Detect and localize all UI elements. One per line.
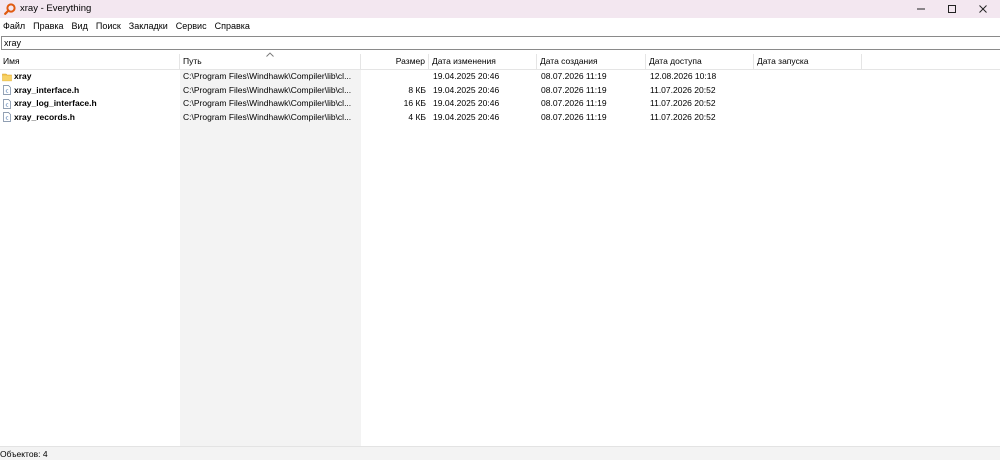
c-header-file-icon: c	[3, 112, 11, 123]
cell-modified: 19.04.2025 20:46	[433, 111, 500, 122]
cell-size	[362, 70, 426, 84]
search-input[interactable]	[1, 36, 1000, 50]
cell-name: xray	[2, 70, 177, 84]
cell-size: 4 КБ	[408, 111, 426, 122]
cell-path: C:\Program Files\Windhawk\Compiler\lib\c…	[183, 71, 352, 81]
cell-modified: 19.04.2025 20:46	[433, 84, 500, 95]
menu-tools[interactable]: Сервис	[172, 18, 211, 34]
column-header-accessed[interactable]: Дата доступа	[646, 54, 754, 69]
column-header-modified[interactable]: Дата изменения	[429, 54, 537, 69]
cell-run	[758, 111, 862, 125]
cell-name: c xray_records.h	[2, 111, 177, 125]
menu-edit[interactable]: Правка	[29, 18, 67, 34]
cell-size: 8 КБ	[408, 84, 426, 95]
minimize-button[interactable]	[906, 0, 936, 18]
cell-name: c xray_log_interface.h	[2, 97, 177, 111]
cell-name: c xray_interface.h	[2, 84, 177, 98]
cell-run	[758, 97, 862, 111]
sort-ascending-icon	[266, 52, 274, 57]
menu-file[interactable]: Файл	[0, 18, 29, 34]
cell-created: 08.07.2026 11:19	[541, 84, 607, 95]
cell-modified: 19.04.2025 20:46	[433, 71, 500, 81]
menu-help[interactable]: Справка	[211, 18, 254, 34]
cell-created: 08.07.2026 11:19	[541, 71, 607, 81]
cell-path: C:\Program Files\Windhawk\Compiler\lib\c…	[183, 111, 352, 122]
cell-path: C:\Program Files\Windhawk\Compiler\lib\c…	[183, 98, 352, 108]
file-name: xray_log_interface.h	[14, 98, 97, 108]
window-title: xray - Everything	[20, 3, 92, 14]
cell-run	[758, 70, 862, 84]
svg-text:c: c	[5, 116, 8, 122]
table-row[interactable]: c xray_interface.h C:\Program Files\Wind…	[0, 84, 1000, 98]
svg-text:c: c	[5, 89, 8, 95]
table-row[interactable]: c xray_log_interface.h C:\Program Files\…	[0, 97, 1000, 111]
cell-accessed: 12.08.2026 10:18	[650, 71, 717, 81]
cell-size: 16 КБ	[403, 98, 426, 108]
svg-text:c: c	[5, 102, 8, 108]
cell-accessed: 11.07.2026 20:52	[650, 98, 716, 108]
cell-created: 08.07.2026 11:19	[541, 111, 607, 122]
results-list: xray C:\Program Files\Windhawk\Compiler\…	[0, 70, 1000, 124]
menu-view[interactable]: Вид	[68, 18, 92, 34]
maximize-button[interactable]	[937, 0, 967, 18]
status-bar: Объектов: 4	[0, 446, 1000, 460]
cell-created: 08.07.2026 11:19	[541, 98, 607, 108]
menu-search[interactable]: Поиск	[92, 18, 125, 34]
cell-accessed: 11.07.2026 20:52	[650, 111, 716, 122]
sorted-column-highlight	[180, 70, 361, 446]
object-count: Объектов: 4	[0, 449, 48, 459]
column-header-name[interactable]: Имя	[0, 54, 180, 69]
close-button[interactable]	[968, 0, 998, 18]
minimize-icon	[917, 8, 925, 10]
folder-icon	[2, 73, 12, 81]
cell-modified: 19.04.2025 20:46	[433, 98, 500, 108]
cell-accessed: 11.07.2026 20:52	[650, 84, 716, 95]
file-name: xray_interface.h	[14, 84, 80, 95]
close-icon	[979, 5, 987, 13]
search-bar	[0, 35, 1000, 51]
column-header-run[interactable]: Дата запуска	[754, 54, 862, 69]
menu-bookmarks[interactable]: Закладки	[125, 18, 172, 34]
table-row[interactable]: c xray_records.h C:\Program Files\Windha…	[0, 111, 1000, 125]
c-header-file-icon: c	[3, 85, 11, 96]
cell-run	[758, 84, 862, 98]
table-row[interactable]: xray C:\Program Files\Windhawk\Compiler\…	[0, 70, 1000, 84]
column-header-row: Имя Путь Размер Дата изменения Дата созд…	[0, 54, 1000, 70]
column-header-size[interactable]: Размер	[361, 54, 429, 69]
menu-bar: Файл Правка Вид Поиск Закладки Сервис Сп…	[0, 18, 1000, 34]
cell-path: C:\Program Files\Windhawk\Compiler\lib\c…	[183, 84, 352, 95]
column-header-created[interactable]: Дата создания	[537, 54, 646, 69]
file-name: xray	[14, 71, 32, 81]
maximize-icon	[948, 5, 956, 13]
title-bar: xray - Everything	[0, 0, 1000, 18]
c-header-file-icon: c	[3, 98, 11, 109]
file-name: xray_records.h	[14, 111, 75, 122]
everything-app-icon	[4, 3, 16, 15]
